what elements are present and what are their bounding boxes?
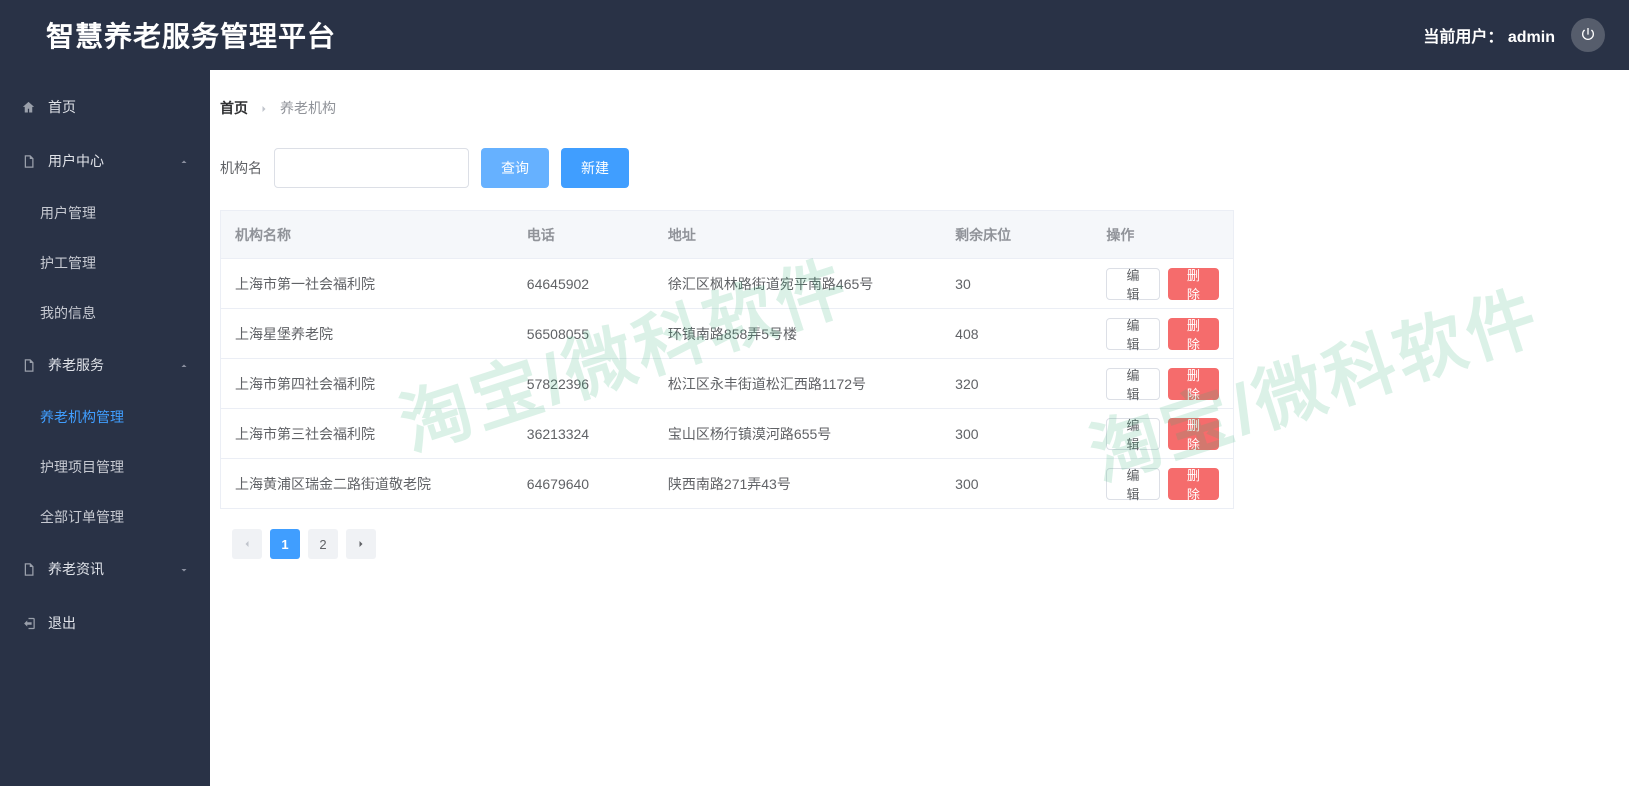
page-number-button[interactable]: 2 [308, 529, 338, 559]
table-row: 上海星堡养老院56508055环镇南路858弄5号楼408编辑删除 [221, 309, 1234, 359]
th-beds: 剩余床位 [941, 211, 1092, 259]
th-ops: 操作 [1092, 211, 1233, 259]
cell-beds: 320 [941, 359, 1092, 409]
th-addr: 地址 [654, 211, 941, 259]
sidebar: 首页 用户中心 用户管理 护工管理 我的信息 养老服务 养老机构管理 护理项目管… [0, 70, 210, 786]
chevron-down-icon [178, 563, 190, 575]
toolbar: 机构名 查询 新建 [220, 136, 1619, 210]
sidebar-item-logout[interactable]: 退出 [0, 596, 210, 650]
edit-button[interactable]: 编辑 [1106, 318, 1159, 350]
cell-addr: 陕西南路271弄43号 [654, 459, 941, 509]
sidebar-subitem-my-info[interactable]: 我的信息 [0, 288, 210, 338]
cell-ops: 编辑删除 [1092, 259, 1233, 309]
sidebar-item-label: 养老资讯 [48, 559, 178, 579]
edit-button[interactable]: 编辑 [1106, 268, 1159, 300]
cell-phone: 64679640 [513, 459, 654, 509]
cell-ops: 编辑删除 [1092, 309, 1233, 359]
cell-ops: 编辑删除 [1092, 459, 1233, 509]
cell-phone: 64645902 [513, 259, 654, 309]
cell-addr: 徐汇区枫林路街道宛平南路465号 [654, 259, 941, 309]
sidebar-subitem-nurse-manage[interactable]: 护工管理 [0, 238, 210, 288]
power-button[interactable] [1571, 18, 1605, 52]
sidebar-item-label: 养老服务 [48, 355, 178, 375]
sidebar-item-label: 我的信息 [40, 303, 96, 323]
cell-phone: 56508055 [513, 309, 654, 359]
chevron-right-icon [258, 100, 270, 116]
doc-icon [20, 357, 36, 373]
sidebar-item-label: 用户中心 [48, 151, 178, 171]
sidebar-item-news[interactable]: 养老资讯 [0, 542, 210, 596]
edit-button[interactable]: 编辑 [1106, 468, 1159, 500]
sidebar-item-home[interactable]: 首页 [0, 80, 210, 134]
cell-phone: 36213324 [513, 409, 654, 459]
cell-ops: 编辑删除 [1092, 409, 1233, 459]
sidebar-item-label: 养老机构管理 [40, 407, 124, 427]
cell-beds: 30 [941, 259, 1092, 309]
chevron-up-icon [178, 155, 190, 167]
th-phone: 电话 [513, 211, 654, 259]
sidebar-item-care-service[interactable]: 养老服务 [0, 338, 210, 392]
doc-icon [20, 153, 36, 169]
table-row: 上海市第三社会福利院36213324宝山区杨行镇漠河路655号300编辑删除 [221, 409, 1234, 459]
sidebar-item-label: 护工管理 [40, 253, 96, 273]
edit-button[interactable]: 编辑 [1106, 418, 1159, 450]
pagination: 1 2 [220, 509, 1619, 579]
org-table: 机构名称 电话 地址 剩余床位 操作 上海市第一社会福利院64645902徐汇区… [220, 210, 1234, 509]
cell-beds: 300 [941, 409, 1092, 459]
cell-addr: 环镇南路858弄5号楼 [654, 309, 941, 359]
sidebar-item-label: 退出 [48, 613, 190, 633]
cell-addr: 松江区永丰街道松汇西路1172号 [654, 359, 941, 409]
app-title: 智慧养老服务管理平台 [46, 15, 336, 55]
cell-addr: 宝山区杨行镇漠河路655号 [654, 409, 941, 459]
home-icon [20, 99, 36, 115]
chevron-up-icon [178, 359, 190, 371]
current-user: 当前用户： admin [1423, 23, 1555, 47]
cell-beds: 408 [941, 309, 1092, 359]
power-icon [1580, 26, 1596, 45]
page-prev-button[interactable] [232, 529, 262, 559]
new-button[interactable]: 新建 [561, 148, 629, 188]
cell-name: 上海市第一社会福利院 [221, 259, 513, 309]
main-content: 淘宝/微科软件 淘宝/微科软件 首页 养老机构 机构名 查询 新建 机构名称 电… [210, 70, 1629, 786]
sidebar-item-label: 护理项目管理 [40, 457, 124, 477]
user-prefix: 当前用户： [1423, 29, 1503, 46]
delete-button[interactable]: 删除 [1168, 318, 1219, 350]
logout-icon [20, 615, 36, 631]
page-number-button[interactable]: 1 [270, 529, 300, 559]
sidebar-subitem-org-manage[interactable]: 养老机构管理 [0, 392, 210, 442]
user-name: admin [1508, 29, 1555, 46]
delete-button[interactable]: 删除 [1168, 418, 1219, 450]
edit-button[interactable]: 编辑 [1106, 368, 1159, 400]
breadcrumb-current: 养老机构 [280, 98, 336, 118]
search-label: 机构名 [220, 158, 262, 178]
search-button[interactable]: 查询 [481, 148, 549, 188]
sidebar-subitem-user-manage[interactable]: 用户管理 [0, 188, 210, 238]
cell-phone: 57822396 [513, 359, 654, 409]
cell-name: 上海黄浦区瑞金二路街道敬老院 [221, 459, 513, 509]
cell-name: 上海市第三社会福利院 [221, 409, 513, 459]
table-row: 上海黄浦区瑞金二路街道敬老院64679640陕西南路271弄43号300编辑删除 [221, 459, 1234, 509]
cell-name: 上海市第四社会福利院 [221, 359, 513, 409]
cell-ops: 编辑删除 [1092, 359, 1233, 409]
cell-name: 上海星堡养老院 [221, 309, 513, 359]
page-next-button[interactable] [346, 529, 376, 559]
th-name: 机构名称 [221, 211, 513, 259]
doc-icon [20, 561, 36, 577]
sidebar-item-user-center[interactable]: 用户中心 [0, 134, 210, 188]
delete-button[interactable]: 删除 [1168, 268, 1219, 300]
table-row: 上海市第四社会福利院57822396松江区永丰街道松汇西路1172号320编辑删… [221, 359, 1234, 409]
sidebar-subitem-project-manage[interactable]: 护理项目管理 [0, 442, 210, 492]
sidebar-item-label: 首页 [48, 97, 190, 117]
cell-beds: 300 [941, 459, 1092, 509]
table-row: 上海市第一社会福利院64645902徐汇区枫林路街道宛平南路465号30编辑删除 [221, 259, 1234, 309]
sidebar-item-label: 用户管理 [40, 203, 96, 223]
app-header: 智慧养老服务管理平台 当前用户： admin [0, 0, 1629, 70]
sidebar-item-label: 全部订单管理 [40, 507, 124, 527]
org-name-input[interactable] [274, 148, 469, 188]
breadcrumb-home[interactable]: 首页 [220, 98, 248, 118]
delete-button[interactable]: 删除 [1168, 368, 1219, 400]
sidebar-subitem-order-manage[interactable]: 全部订单管理 [0, 492, 210, 542]
delete-button[interactable]: 删除 [1168, 468, 1219, 500]
breadcrumb: 首页 养老机构 [220, 80, 1619, 136]
